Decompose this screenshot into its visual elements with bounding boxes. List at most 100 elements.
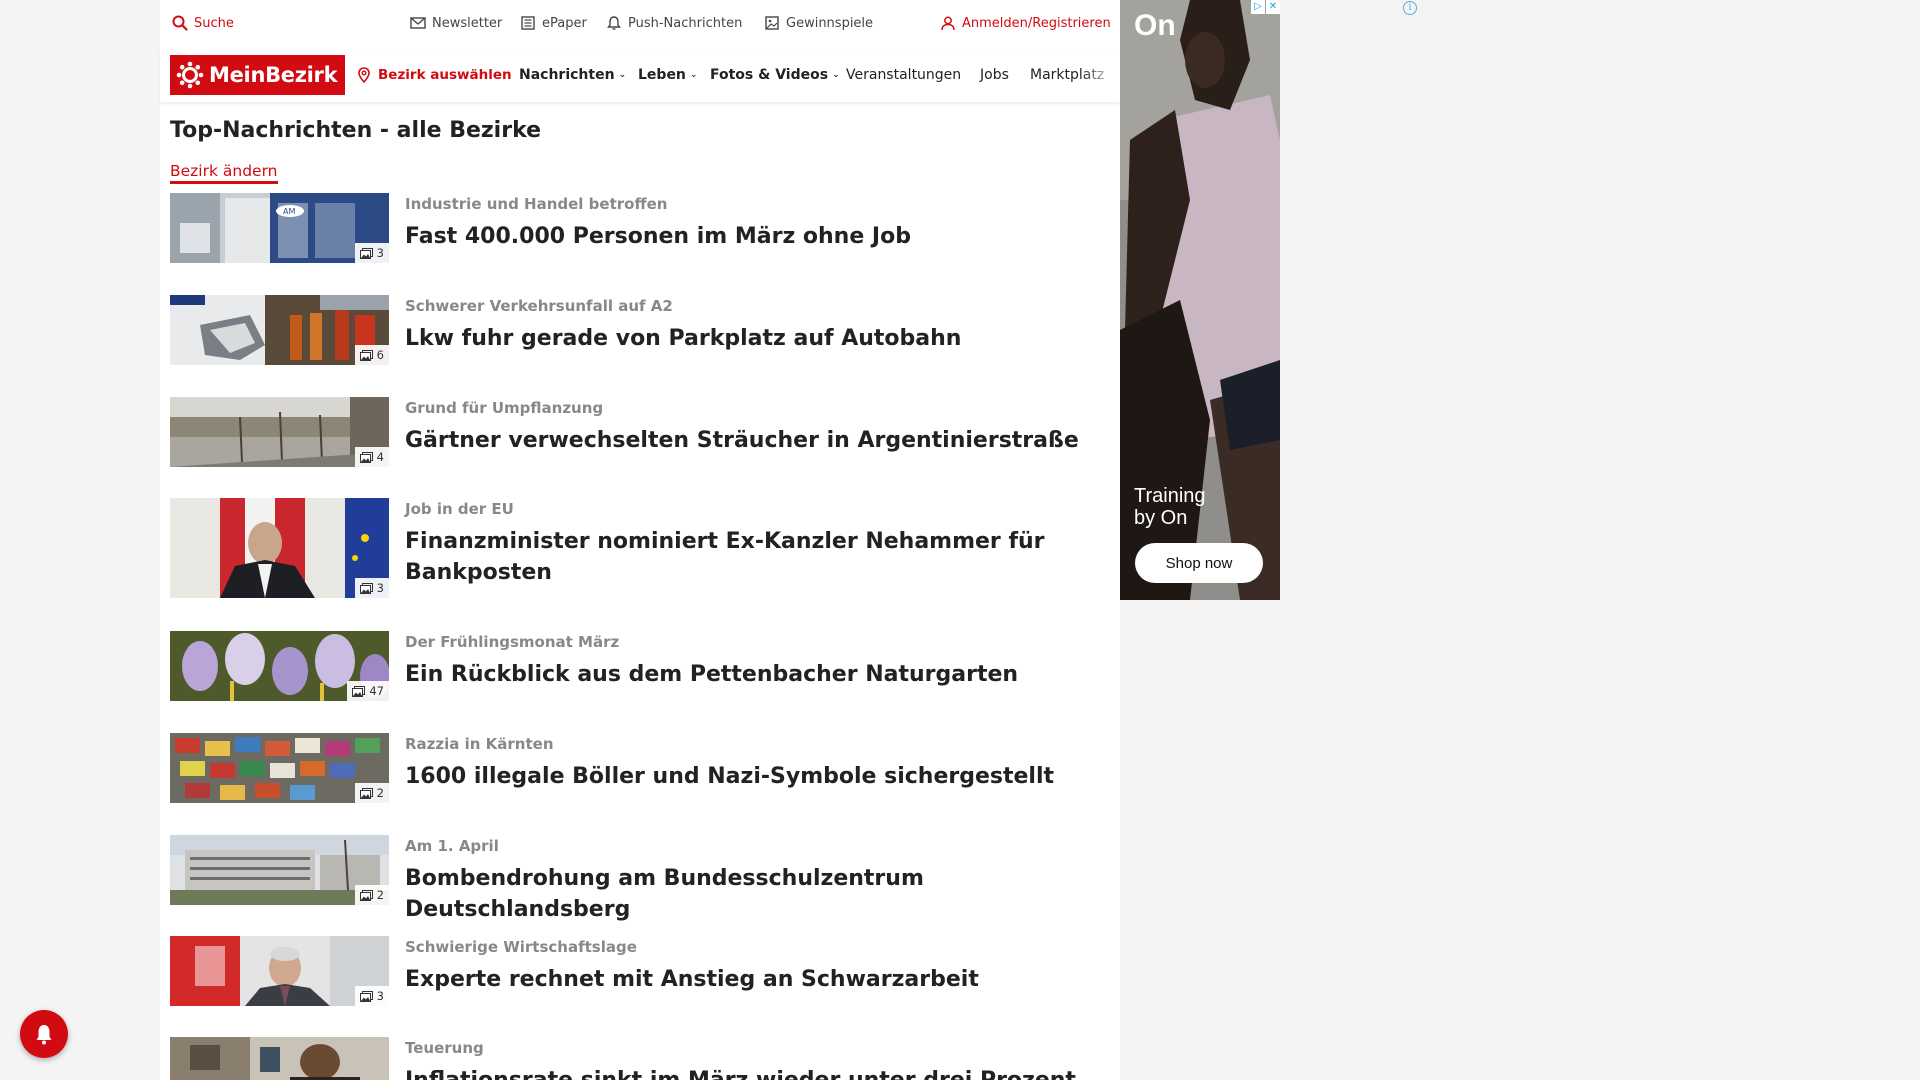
image-count: 6 bbox=[376, 348, 384, 362]
image-count-badge: 3 bbox=[354, 986, 389, 1006]
shopping-photo bbox=[170, 1037, 389, 1080]
image-count: 3 bbox=[376, 581, 384, 595]
image-count-badge: 4 bbox=[354, 447, 389, 467]
article-kicker: Schwerer Verkehrsunfall auf A2 bbox=[405, 297, 673, 315]
ad-banner[interactable]: On ▷ ✕ Training by On Shop now bbox=[1120, 0, 1280, 600]
epaper-label: ePaper bbox=[542, 15, 587, 31]
article-kicker: Razzia in Kärnten bbox=[405, 735, 554, 753]
article-thumbnail[interactable]: 2 bbox=[170, 835, 389, 905]
push-label: Push-Nachrichten bbox=[628, 15, 743, 31]
close-icon[interactable]: ✕ bbox=[1266, 0, 1280, 14]
article-headline[interactable]: Inflationsrate sinkt im März wieder unte… bbox=[405, 1065, 1110, 1080]
newsletter-link[interactable]: Newsletter bbox=[410, 15, 502, 31]
article-thumbnail[interactable]: 3 bbox=[170, 936, 389, 1006]
image-count-badge: 2 bbox=[354, 885, 389, 905]
images-icon bbox=[359, 451, 373, 463]
user-icon bbox=[940, 15, 956, 31]
gewinnspiele-label: Gewinnspiele bbox=[786, 15, 874, 31]
ad-tagline-line1: Training bbox=[1134, 485, 1206, 507]
nav-nachrichten-label: Nachrichten bbox=[519, 67, 615, 83]
article-headline[interactable]: Experte rechnet mit Anstieg an Schwarzar… bbox=[405, 964, 1110, 995]
article-thumbnail[interactable]: 4 bbox=[170, 397, 389, 467]
gewinnspiele-link[interactable]: Gewinnspiele bbox=[764, 15, 873, 31]
article-headline[interactable]: Bombendrohung am Bundesschulzentrum Deut… bbox=[405, 863, 1110, 925]
on-logo: On bbox=[1134, 9, 1176, 42]
article-thumbnail[interactable]: AM 3 bbox=[170, 193, 389, 263]
image-count: 47 bbox=[369, 684, 384, 698]
article-thumbnail[interactable]: 3 bbox=[170, 498, 389, 598]
change-bezirk-link[interactable]: Bezirk ändern bbox=[170, 162, 278, 184]
nav-leben[interactable]: Leben ⌄ bbox=[638, 67, 697, 83]
images-icon bbox=[359, 349, 373, 361]
newsletter-label: Newsletter bbox=[432, 15, 503, 31]
article-thumbnail[interactable]: 47 bbox=[170, 631, 389, 701]
search-link[interactable]: Suche bbox=[172, 15, 234, 31]
ticket-icon bbox=[764, 15, 780, 31]
chevron-down-icon: ⌄ bbox=[832, 70, 840, 80]
image-count-badge: 2 bbox=[354, 783, 389, 803]
main-page: Suche Newsletter ePaper Push-Nachrichten… bbox=[160, 0, 1120, 1080]
article-kicker: Schwierige Wirtschaftslage bbox=[405, 938, 637, 956]
article-kicker: Grund für Umpflanzung bbox=[405, 399, 604, 417]
bell-icon bbox=[36, 1025, 52, 1045]
article-headline[interactable]: Lkw fuhr gerade von Parkplatz auf Autoba… bbox=[405, 323, 1110, 354]
svg-text:AM: AM bbox=[283, 207, 295, 216]
login-link[interactable]: Anmelden/Registrieren bbox=[940, 15, 1111, 31]
nav-veranstaltungen[interactable]: Veranstaltungen bbox=[846, 67, 961, 83]
image-count: 3 bbox=[376, 246, 384, 260]
page-title: Top-Nachrichten - alle Bezirke bbox=[170, 118, 542, 143]
nav-leben-label: Leben bbox=[638, 67, 686, 83]
image-count-badge: 3 bbox=[354, 578, 389, 598]
logo-text: MeinBezirk bbox=[209, 63, 338, 87]
nav-nachrichten[interactable]: Nachrichten ⌄ bbox=[519, 67, 626, 83]
article-headline[interactable]: Ein Rückblick aus dem Pettenbacher Natur… bbox=[405, 659, 1110, 690]
main-nav: MeinBezirk Bezirk auswählen Nachrichten … bbox=[160, 50, 1120, 102]
epaper-link[interactable]: ePaper bbox=[520, 15, 587, 31]
article-thumbnail[interactable]: 2 bbox=[170, 733, 389, 803]
article-item[interactable]: Teuerung Inflationsrate sinkt im März wi… bbox=[170, 1037, 1110, 1080]
bezirk-label: Bezirk auswählen bbox=[378, 67, 512, 83]
article-thumbnail[interactable]: 6 bbox=[170, 295, 389, 365]
article-kicker: Teuerung bbox=[405, 1039, 484, 1057]
article-kicker: Industrie und Handel betroffen bbox=[405, 195, 668, 213]
nav-fotos-videos-label: Fotos & Videos bbox=[710, 67, 829, 83]
bezirk-select[interactable]: Bezirk auswählen bbox=[356, 67, 512, 83]
logo-sun-icon bbox=[176, 61, 204, 89]
site-logo[interactable]: MeinBezirk bbox=[170, 55, 345, 95]
article-thumbnail[interactable] bbox=[170, 1037, 389, 1080]
nav-fade bbox=[1080, 50, 1120, 102]
ad-tagline: Training by On bbox=[1134, 485, 1206, 529]
nav-fotos-videos[interactable]: Fotos & Videos ⌄ bbox=[710, 67, 840, 83]
location-pin-icon bbox=[356, 67, 372, 83]
nav-jobs[interactable]: Jobs bbox=[980, 67, 1009, 83]
nav-jobs-label: Jobs bbox=[980, 67, 1009, 83]
article-headline[interactable]: Finanzminister nominiert Ex-Kanzler Neha… bbox=[405, 526, 1110, 588]
image-count-badge: 3 bbox=[354, 243, 389, 263]
ad-controls: ▷ ✕ bbox=[1251, 0, 1280, 14]
info-icon[interactable]: i bbox=[1403, 1, 1417, 15]
image-count: 3 bbox=[376, 989, 384, 1003]
article-kicker: Am 1. April bbox=[405, 837, 499, 855]
image-count: 2 bbox=[376, 888, 384, 902]
image-count-badge: 47 bbox=[347, 681, 389, 701]
shop-now-button[interactable]: Shop now bbox=[1135, 543, 1263, 583]
chevron-down-icon: ⌄ bbox=[689, 70, 698, 80]
search-label: Suche bbox=[194, 15, 234, 31]
article-headline[interactable]: 1600 illegale Böller und Nazi-Symbole si… bbox=[405, 761, 1110, 792]
adchoices-icon[interactable]: ▷ bbox=[1251, 0, 1265, 14]
article-kicker: Job in der EU bbox=[405, 500, 514, 518]
images-icon bbox=[359, 247, 373, 259]
images-icon bbox=[359, 787, 373, 799]
utility-bar: Suche Newsletter ePaper Push-Nachrichten… bbox=[160, 0, 1120, 46]
images-icon bbox=[359, 889, 373, 901]
nav-veranstaltungen-label: Veranstaltungen bbox=[846, 67, 962, 83]
image-count: 4 bbox=[376, 450, 384, 464]
notification-bell-button[interactable] bbox=[20, 1010, 68, 1058]
image-count-badge: 6 bbox=[354, 345, 389, 365]
article-headline[interactable]: Gärtner verwechselten Sträucher in Argen… bbox=[405, 425, 1110, 456]
push-link[interactable]: Push-Nachrichten bbox=[606, 15, 742, 31]
article-kicker: Der Frühlingsmonat März bbox=[405, 633, 620, 651]
ad-tagline-line2: by On bbox=[1134, 507, 1188, 529]
article-headline[interactable]: Fast 400.000 Personen im März ohne Job bbox=[405, 221, 1110, 252]
images-icon bbox=[359, 582, 373, 594]
